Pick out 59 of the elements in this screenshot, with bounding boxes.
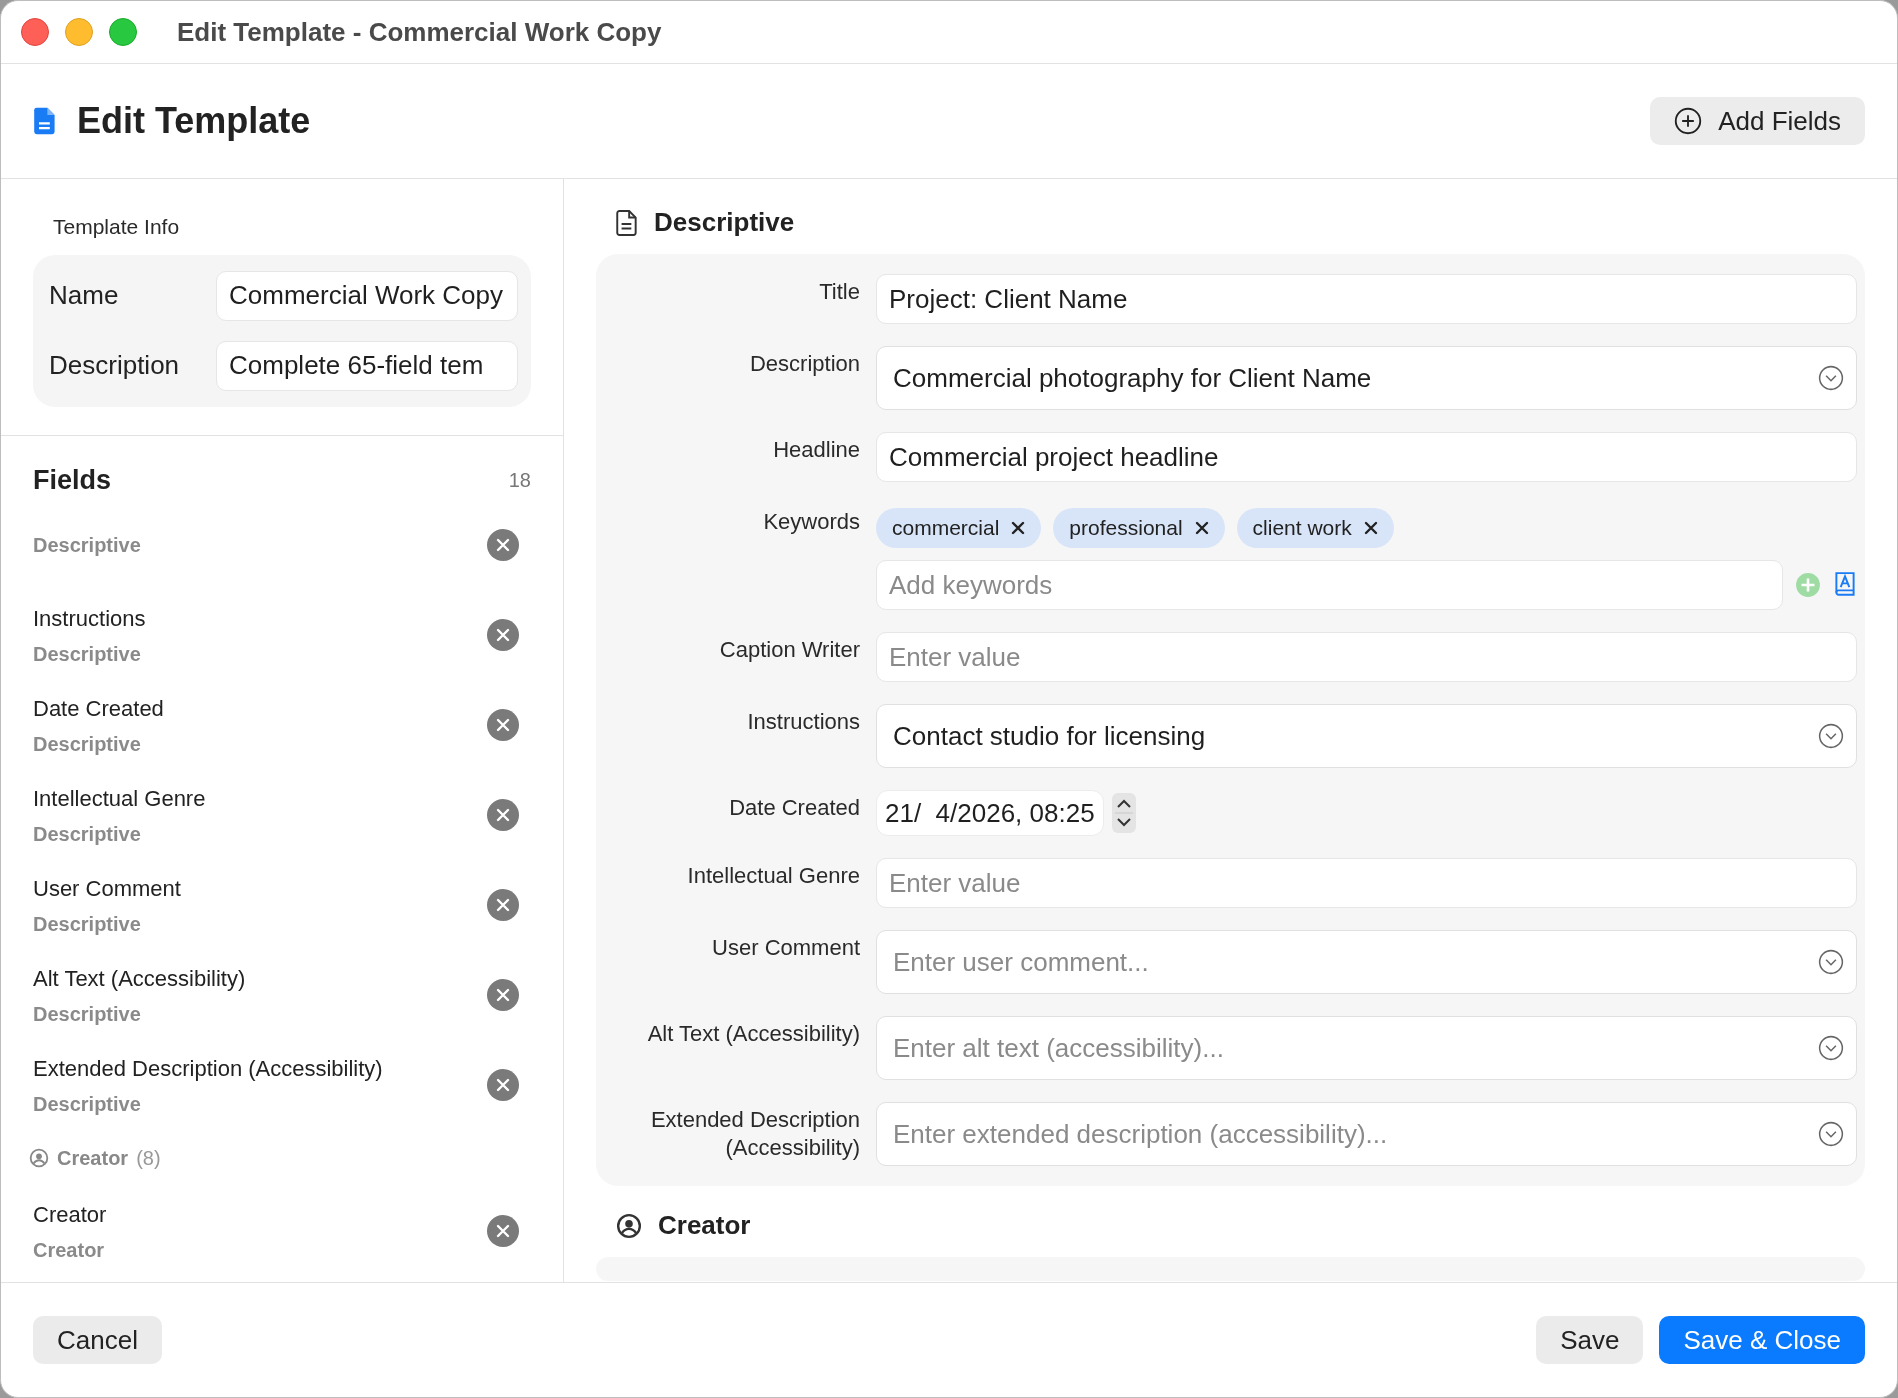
keyword-tag[interactable]: client work	[1236, 508, 1394, 548]
section-title: Descriptive	[654, 206, 795, 239]
field-label: Extended Description (Accessibility)	[649, 1106, 861, 1162]
window-title: Edit Template - Commercial Work Copy	[177, 15, 662, 49]
field-category: Creator	[33, 1237, 106, 1263]
keyword-field[interactable]: Add keywords	[876, 560, 1783, 610]
text-area[interactable]: Commercial photography for Client Name	[876, 346, 1857, 410]
fields-count: 18	[508, 467, 531, 493]
section-title: Creator	[658, 1209, 751, 1242]
field-category: Descriptive	[33, 821, 142, 847]
field-label: Alt Text (Accessibility)	[646, 1020, 861, 1048]
field-label: Headline	[772, 436, 861, 464]
field-name: Extended Description (Accessibility)	[33, 1054, 383, 1083]
field-label: Description	[48, 349, 181, 382]
cancel-button[interactable]: Cancel	[33, 1316, 162, 1364]
field-category: Descriptive	[33, 641, 142, 667]
field-label: Intellectual Genre	[686, 862, 861, 890]
field-name: Instructions	[33, 604, 146, 633]
field-label: Description	[748, 350, 861, 378]
text-field[interactable]: Project: Client Name	[876, 274, 1857, 324]
field-label: Title	[818, 278, 861, 306]
text-field[interactable]: Complete 65-field tem	[216, 340, 518, 391]
text-area[interactable]: Contact studio for licensing	[876, 704, 1857, 768]
keyword-tag[interactable]: commercial	[876, 508, 1042, 548]
save-button[interactable]: Save	[1536, 1316, 1644, 1364]
group-name: Creator	[57, 1146, 129, 1171]
field-label: Instructions	[746, 708, 861, 736]
field-category: Descriptive	[33, 533, 141, 558]
field-name: Creator	[33, 1200, 107, 1229]
text-area-value: Contact studio for licensing	[893, 719, 1207, 753]
field-label: Keywords	[762, 508, 861, 536]
text-field[interactable]: Enter value	[876, 632, 1857, 682]
field-label: Caption Writer	[718, 636, 861, 664]
field-category: Descriptive	[33, 911, 142, 937]
field-label: User Comment	[711, 934, 861, 962]
group-count: (8)	[136, 1146, 161, 1171]
field-label: Name	[48, 279, 120, 312]
text-area-placeholder: Enter extended description (accessibility)...	[893, 1117, 1389, 1151]
text-area-value: Commercial photography for Client Name	[893, 361, 1373, 395]
text-area-placeholder: Enter alt text (accessibility)...	[893, 1031, 1225, 1065]
field-name: Alt Text (Accessibility)	[33, 964, 246, 993]
date-field[interactable]: 21/ 4/2026, 08:25	[876, 790, 1104, 836]
field-category: Descriptive	[33, 1091, 142, 1117]
field-name: Date Created	[33, 694, 164, 723]
text-field[interactable]: Commercial Work Copy	[216, 270, 518, 321]
text-field[interactable]: Enter value	[876, 858, 1857, 908]
fields-heading: Fields	[33, 463, 112, 497]
keyword-tag[interactable]: professional	[1053, 508, 1225, 548]
save-and-close-button[interactable]: Save & Close	[1659, 1316, 1865, 1364]
field-name: User Comment	[33, 874, 181, 903]
text-field[interactable]: Commercial project headline	[876, 432, 1857, 482]
field-name: Intellectual Genre	[33, 784, 206, 813]
field-category: Descriptive	[33, 731, 142, 757]
add-fields-button[interactable]: Add Fields	[1650, 97, 1865, 145]
page-title: Edit Template	[77, 99, 311, 143]
field-category: Descriptive	[33, 1001, 142, 1027]
section-heading: Template Info	[53, 214, 181, 240]
text-area-placeholder: Enter user comment...	[893, 945, 1150, 979]
field-label: Date Created	[728, 794, 861, 822]
